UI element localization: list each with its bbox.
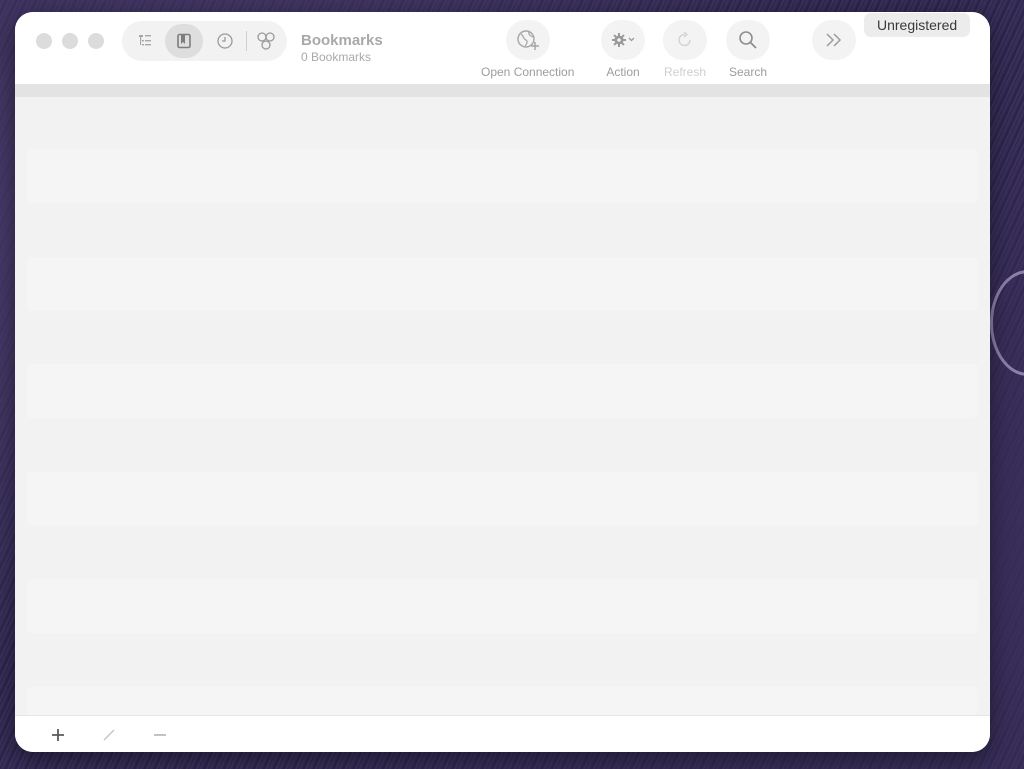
clock-icon <box>217 33 233 49</box>
globe-plus-icon <box>517 30 539 50</box>
refresh-icon <box>678 31 691 47</box>
remove-bookmark-button[interactable] <box>149 724 171 746</box>
refresh-button[interactable]: Refresh <box>663 20 707 79</box>
empty-list-row <box>27 149 978 203</box>
action-icon-wrap[interactable] <box>601 20 645 60</box>
open-connection-icon-wrap[interactable] <box>505 20 550 60</box>
empty-list-row <box>27 364 978 418</box>
unregistered-badge[interactable]: Unregistered <box>864 13 971 37</box>
minus-icon <box>154 734 166 736</box>
double-chevron-right-icon <box>826 33 842 47</box>
search-icon-wrap[interactable] <box>726 20 770 60</box>
empty-list-row <box>27 579 978 633</box>
bottom-bar <box>15 715 990 752</box>
search-button[interactable]: Search <box>726 20 770 79</box>
app-window: Bookmarks 0 Bookmarks Open Connection Ac… <box>15 12 990 752</box>
bookmark-count: 0 Bookmarks <box>301 50 372 64</box>
page-title: Bookmarks <box>301 32 383 49</box>
pencil-icon <box>103 729 115 741</box>
toolbar-overflow-button[interactable] <box>812 20 856 60</box>
outline-list-icon <box>139 35 151 46</box>
edit-bookmark-button[interactable] <box>98 724 120 746</box>
bonjour-icon <box>257 32 275 50</box>
search-label: Search <box>728 65 768 79</box>
gear-chevron-icon <box>612 33 635 47</box>
action-label: Action <box>606 65 640 79</box>
refresh-label: Refresh <box>663 65 707 79</box>
open-connection-button[interactable]: Open Connection <box>481 20 574 79</box>
toolbar: Bookmarks 0 Bookmarks Open Connection Ac… <box>15 12 990 84</box>
bookmark-list[interactable] <box>15 97 990 715</box>
bonjour-view-button[interactable] <box>247 24 285 58</box>
search-icon <box>739 31 757 49</box>
empty-list-row <box>27 472 978 526</box>
bookmarks-view-button[interactable] <box>165 24 203 58</box>
open-connection-label: Open Connection <box>481 65 575 79</box>
wallpaper-decoration <box>990 270 1024 376</box>
bookmark-icon <box>177 33 191 49</box>
refresh-icon-wrap[interactable] <box>663 20 707 60</box>
window-minimize-button[interactable] <box>62 33 78 49</box>
empty-list-row <box>27 257 978 311</box>
outline-view-button[interactable] <box>126 24 164 58</box>
window-zoom-button[interactable] <box>88 33 104 49</box>
history-view-button[interactable] <box>206 24 244 58</box>
window-title-block: Bookmarks 0 Bookmarks <box>301 32 383 64</box>
action-menu-button[interactable]: Action <box>601 20 645 79</box>
window-close-button[interactable] <box>36 33 52 49</box>
view-switcher <box>122 21 287 61</box>
plus-icon <box>52 729 64 741</box>
overflow-icon-wrap[interactable] <box>812 20 856 60</box>
list-header <box>15 84 990 97</box>
empty-list-row <box>27 687 978 715</box>
add-bookmark-button[interactable] <box>47 724 69 746</box>
